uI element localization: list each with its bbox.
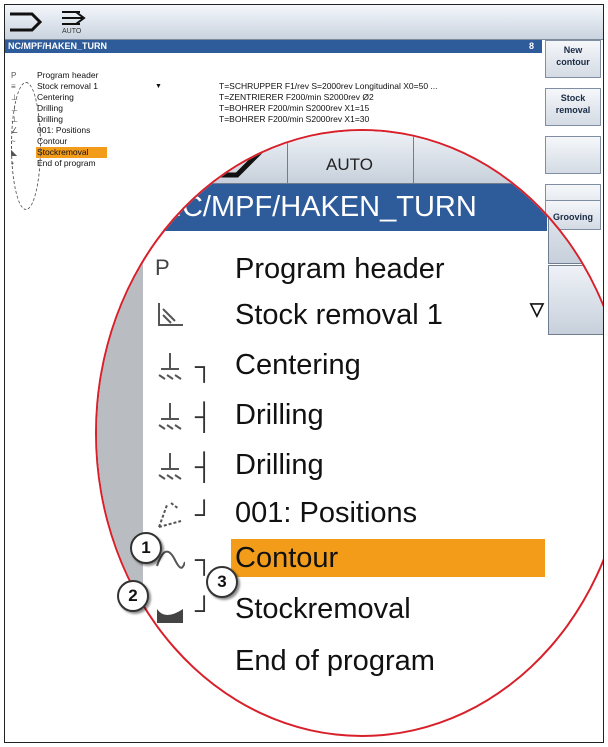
header-icon: P xyxy=(11,71,17,80)
list-item[interactable]: ⊥ Drilling T=BOHRER F200/min S2000rev X1… xyxy=(5,114,542,125)
magnified-list-item-label: Centering xyxy=(235,349,361,381)
magnified-program-path: NC/MPF/HAKEN_TURN xyxy=(161,191,477,223)
magnified-list-item-label: Stock removal 1 xyxy=(235,299,443,331)
screen-frame: AUTO NC/MPF/HAKEN_TURN 8 P Program heade… xyxy=(4,4,604,743)
list-item[interactable]: ≡ Stock removal 1 ▼ T=SCHRUPPER F1/rev S… xyxy=(5,81,542,92)
list-item-detail: T=BOHRER F200/min S2000rev X1=15 xyxy=(219,103,370,113)
magnified-grooving-softkey[interactable]: Grooving xyxy=(548,184,603,264)
magnified-list-item[interactable]: P Program header xyxy=(147,245,547,297)
magnified-auto-label: AUTO xyxy=(326,155,373,174)
stock-removal-icon xyxy=(155,301,189,331)
magnified-list-item-label: Drilling xyxy=(235,449,324,481)
magnified-list-item[interactable]: Stock removal 1 ▽ xyxy=(147,291,547,343)
jog-mode-button[interactable] xyxy=(8,8,50,36)
end-icon: END xyxy=(151,653,175,665)
stock-removal-contour-icon xyxy=(155,595,189,625)
program-path: NC/MPF/HAKEN_TURN xyxy=(8,41,107,51)
header-icon: P xyxy=(155,255,170,280)
magnified-list-item[interactable]: ┐ Centering xyxy=(147,341,547,393)
dropdown-arrow-icon[interactable]: ▽ xyxy=(530,299,544,320)
magnified-list-item[interactable]: ┤ Drilling xyxy=(147,441,547,493)
magnified-list-item-label: Program header xyxy=(235,253,445,285)
list-item[interactable]: ⊥ Drilling T=BOHRER F200/min S2000rev X1… xyxy=(5,103,542,114)
callout-1: 1 xyxy=(130,532,162,564)
list-item-label: Stock removal 1 xyxy=(37,81,98,91)
tree-bracket: ┤ xyxy=(195,401,214,431)
auto-mode-label: AUTO xyxy=(62,28,82,35)
centering-icon xyxy=(155,351,189,381)
magnified-list-item-label: Contour xyxy=(231,539,545,577)
auto-mode-button[interactable]: AUTO xyxy=(54,8,94,36)
list-item-label: End of program xyxy=(37,158,96,168)
list-item-label: Drilling xyxy=(37,103,63,113)
new-contour-softkey[interactable]: New contour xyxy=(545,40,601,78)
tree-bracket: ┤ xyxy=(195,451,214,481)
list-item-label: Contour xyxy=(37,136,68,146)
list-item[interactable]: ⊥ Centering T=ZENTRIERER F200/min S2000r… xyxy=(5,92,542,103)
drilling-icon xyxy=(155,401,189,431)
tree-bracket: ┘ xyxy=(195,499,214,529)
callout-3: 3 xyxy=(206,566,238,598)
list-item-label: Drilling xyxy=(37,114,63,124)
magnified-auto-mode: AUTO xyxy=(287,131,414,183)
list-item-label: Program header xyxy=(37,70,99,80)
tree-bracket: ┘ xyxy=(195,595,214,625)
positions-icon xyxy=(155,499,189,529)
magnified-program-title-bar: NC/MPF/HAKEN_TURN xyxy=(147,184,547,231)
program-title-bar: NC/MPF/HAKEN_TURN 8 xyxy=(5,40,542,53)
stock-removal-softkey[interactable]: Stock removal xyxy=(545,88,601,126)
dropdown-arrow-icon[interactable]: ▼ xyxy=(155,81,162,92)
highlight-oval xyxy=(11,82,41,210)
magnifier-grey-strip xyxy=(97,131,143,735)
list-item-label: Stockremoval xyxy=(36,147,107,158)
magnified-list-item[interactable]: ┘ Stockremoval xyxy=(147,585,547,637)
drilling-icon xyxy=(155,451,189,481)
list-item[interactable]: P Program header xyxy=(5,70,542,81)
magnifier-circle: AUTO NC/MPF/HAKEN_TURN Grooving P Progra… xyxy=(95,129,603,737)
callout-2: 2 xyxy=(117,580,149,612)
list-item-detail: T=BOHRER F200/min S2000rev X1=30 xyxy=(219,114,370,124)
list-item-detail: T=SCHRUPPER F1/rev S=2000rev Longitudina… xyxy=(219,81,438,91)
list-item-detail: T=ZENTRIERER F200/min S2000rev Ø2 xyxy=(219,92,374,102)
magnified-list-item-label: Drilling xyxy=(235,399,324,431)
magnified-list-item-label: 001: Positions xyxy=(235,497,418,529)
magnified-empty-softkey[interactable] xyxy=(548,265,603,335)
magnified-jog-mode-icon xyxy=(167,131,277,183)
tree-bracket: ┐ xyxy=(195,351,214,381)
stock-removal-icon: ≡ xyxy=(11,82,16,91)
mode-toolbar: AUTO xyxy=(5,5,603,40)
magnified-list-item-label: Stockremoval xyxy=(235,593,411,625)
list-item-label: Centering xyxy=(37,92,74,102)
program-count: 8 xyxy=(528,41,534,51)
magnified-list-item[interactable]: ┤ Drilling xyxy=(147,391,547,443)
magnified-list-item[interactable]: END End of program xyxy=(147,637,547,689)
magnified-list-item-label: End of program xyxy=(235,645,435,677)
list-item-label: 001: Positions xyxy=(37,125,91,135)
